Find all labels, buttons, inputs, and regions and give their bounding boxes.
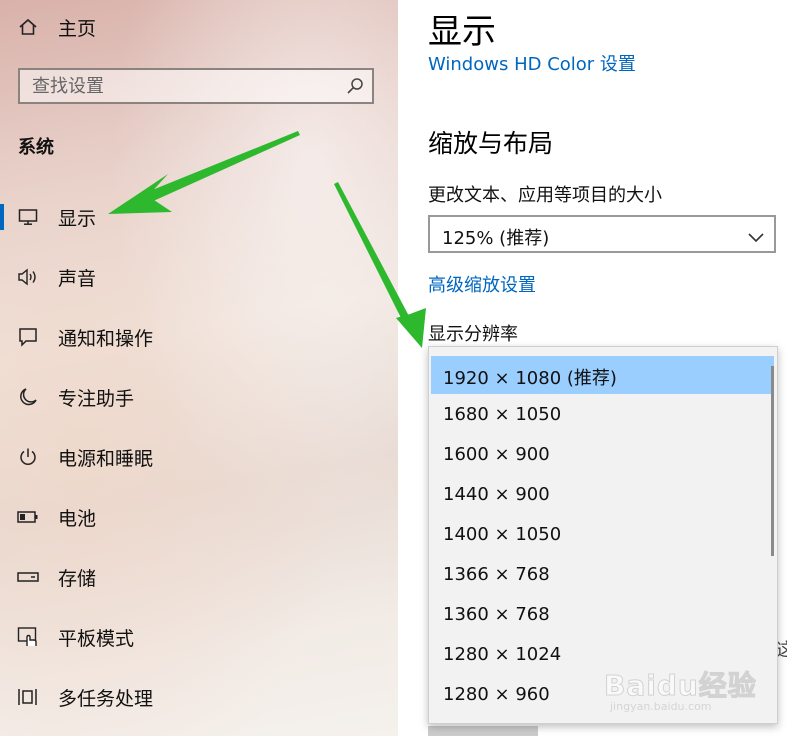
battery-icon [16,505,40,529]
resolution-label: 显示分辨率 [428,324,518,345]
resolution-option[interactable]: 1366 × 768 [431,556,774,594]
sidebar-item-sound[interactable]: 声音 [0,257,398,297]
notification-icon [16,325,40,349]
scale-dropdown[interactable]: 125% (推荐) [428,215,776,253]
sidebar-item-focus-assist[interactable]: 专注助手 [0,377,398,417]
sidebar-item-battery[interactable]: 电池 [0,497,398,537]
sidebar-item-label: 多任务处理 [58,687,154,710]
resolution-option[interactable]: 1400 × 1050 [431,516,774,554]
sidebar-item-storage[interactable]: 存储 [0,557,398,597]
section-title: 系统 [18,137,54,158]
chevron-down-icon [748,228,764,247]
obscured-button[interactable] [428,726,538,736]
sidebar-item-label: 显示 [58,207,97,230]
search-input[interactable] [32,74,332,98]
power-icon [16,445,40,469]
sidebar-item-label: 存储 [58,567,97,590]
multitask-icon [16,685,40,709]
tablet-icon [16,625,40,649]
sidebar-item-label: 平板模式 [58,627,135,650]
monitor-icon [16,205,40,229]
resolution-option[interactable]: 1680 × 1050 [431,396,774,434]
active-indicator [0,204,4,230]
sidebar-item-label: 声音 [58,267,97,290]
home-icon [16,15,40,39]
hdr-color-settings-link[interactable]: Windows HD Color 设置 [428,50,636,76]
scale-dropdown-value: 125% (推荐) [442,228,550,249]
sidebar-item-multitasking[interactable]: 多任务处理 [0,677,398,717]
watermark-url: jingyan.baidu.com [610,700,712,713]
resolution-option[interactable]: 1920 × 1080 (推荐) [431,356,774,394]
sidebar-item-home[interactable]: 主页 [0,7,398,47]
advanced-scaling-link[interactable]: 高级缩放设置 [428,271,536,297]
watermark-logo-text: Baidu经验 [604,669,757,703]
baidu-watermark: Baidu经验 jingyan.baidu.com [600,660,780,720]
scale-layout-heading: 缩放与布局 [428,129,554,158]
search-icon[interactable] [346,77,364,99]
sidebar-item-label: 通知和操作 [58,327,154,350]
resolution-option[interactable]: 1600 × 900 [431,436,774,474]
settings-search[interactable] [18,68,374,104]
moon-icon [16,385,40,409]
sidebar-item-label: 电池 [58,507,97,530]
dropdown-scrollbar[interactable] [771,366,774,556]
storage-icon [16,565,40,589]
sidebar-item-notifications[interactable]: 通知和操作 [0,317,398,357]
resolution-option[interactable]: 1440 × 900 [431,476,774,514]
sidebar-item-display[interactable]: 显示 [0,197,398,237]
sidebar-item-power-sleep[interactable]: 电源和睡眠 [0,437,398,477]
page-title: 显示 [428,12,496,52]
resolution-option[interactable]: 1360 × 768 [431,596,774,634]
sidebar-item-label: 主页 [58,17,97,40]
sidebar-item-tablet-mode[interactable]: 平板模式 [0,617,398,657]
sidebar-item-label: 专注助手 [58,387,135,410]
speaker-icon [16,265,40,289]
settings-sidebar: 主页 系统 显示 声音 通知和操作 专注助手 [0,0,398,736]
scale-label: 更改文本、应用等项目的大小 [428,185,662,206]
sidebar-item-label: 电源和睡眠 [58,447,154,470]
